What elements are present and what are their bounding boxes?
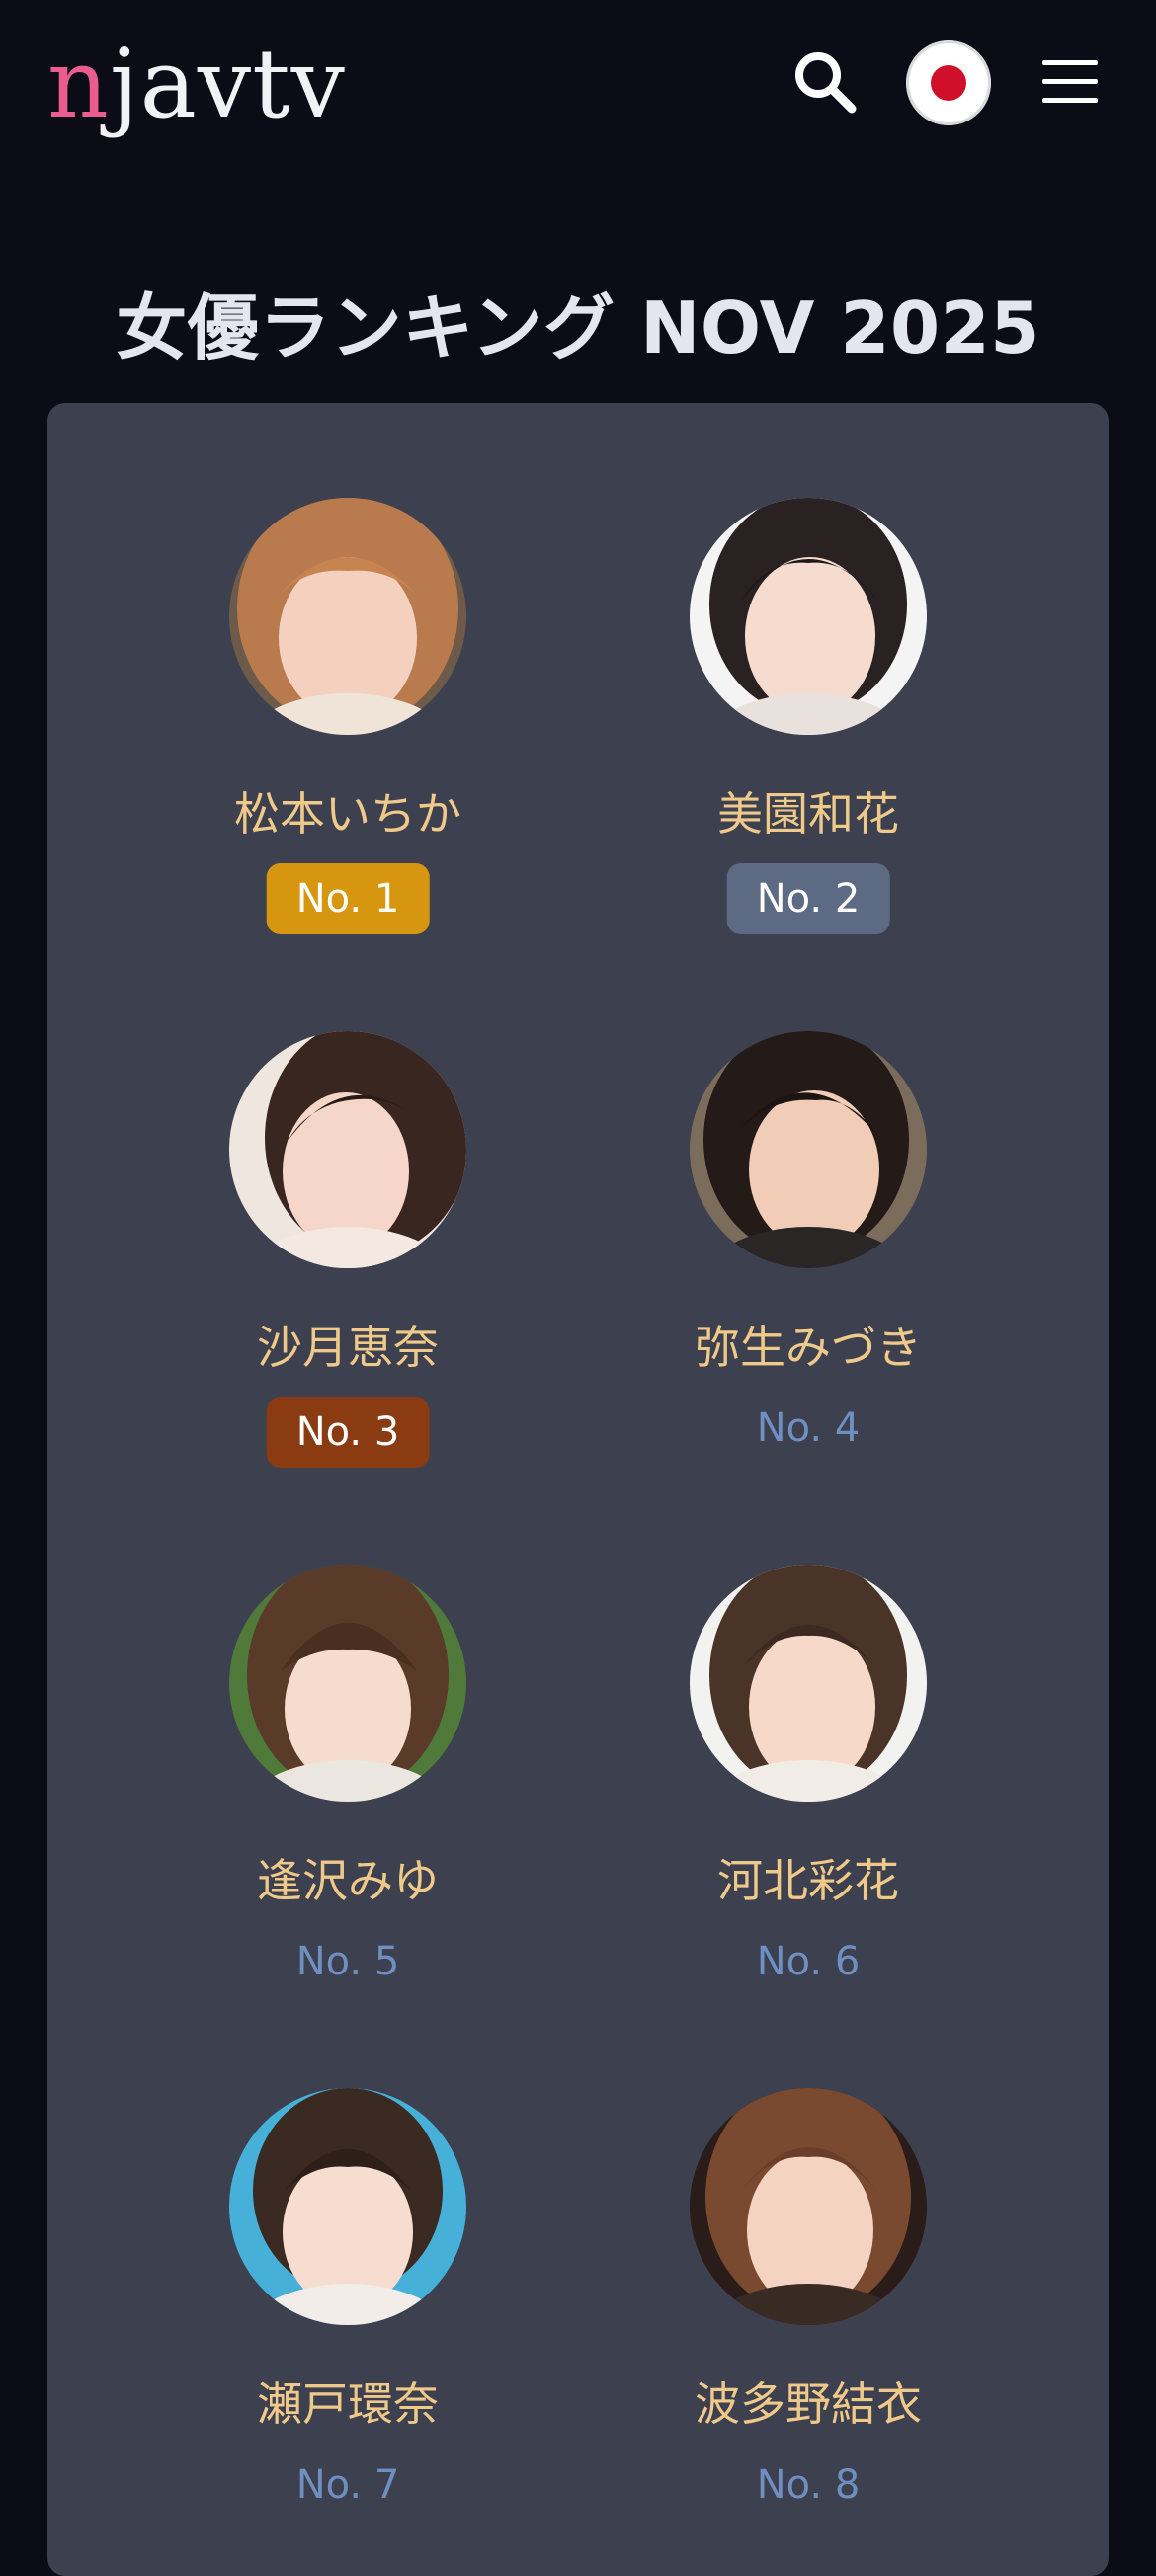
rank-text: No. 7 [295, 2462, 400, 2508]
actress-name[interactable]: 美園和花 [601, 784, 1016, 844]
ranking-panel: 松本いちか No. 1 美園和花 No. 2 沙月恵奈 No. 3 弥生みづき … [47, 403, 1109, 2576]
actress-name[interactable]: 瀬戸環奈 [140, 2375, 555, 2434]
logo-text: javtv [109, 29, 346, 139]
avatar[interactable] [229, 2088, 466, 2325]
japan-flag-icon [931, 65, 966, 101]
actress-card-3[interactable]: 沙月恵奈 No. 3 [140, 1031, 555, 1486]
actress-card-2[interactable]: 美園和花 No. 2 [601, 498, 1016, 952]
avatar[interactable] [229, 1031, 466, 1268]
actress-card-6[interactable]: 河北彩花 No. 6 [601, 1565, 1016, 2019]
search-button[interactable] [790, 47, 860, 117]
hamburger-menu-icon [1042, 60, 1098, 103]
language-button[interactable] [906, 40, 991, 125]
actress-card-5[interactable]: 逢沢みゆ No. 5 [140, 1565, 555, 2019]
top-header: njavtv [0, 0, 1156, 168]
actress-card-1[interactable]: 松本いちか No. 1 [140, 498, 555, 952]
actress-name[interactable]: 波多野結衣 [601, 2375, 1016, 2434]
actress-name[interactable]: 弥生みづき [601, 1318, 1016, 1377]
avatar[interactable] [229, 498, 466, 735]
actress-name[interactable]: 沙月恵奈 [140, 1318, 555, 1377]
actress-card-4[interactable]: 弥生みづき No. 4 [601, 1031, 1016, 1486]
actress-name[interactable]: 逢沢みゆ [140, 1851, 555, 1910]
rank-badge: No. 1 [266, 863, 430, 934]
avatar[interactable] [690, 2088, 927, 2325]
rank-text: No. 5 [295, 1939, 400, 1984]
search-icon [795, 52, 857, 114]
avatar[interactable] [690, 498, 927, 735]
rank-badge: No. 3 [266, 1397, 430, 1468]
rank-text: No. 8 [756, 2462, 861, 2508]
rank-text: No. 6 [756, 1939, 861, 1984]
avatar[interactable] [229, 1565, 466, 1802]
actress-name[interactable]: 松本いちか [140, 784, 555, 844]
menu-button[interactable] [1039, 57, 1101, 107]
avatar[interactable] [690, 1565, 927, 1802]
actress-name[interactable]: 河北彩花 [601, 1851, 1016, 1910]
logo-letter-n: n [47, 29, 110, 139]
actress-card-7[interactable]: 瀬戸環奈 No. 7 [140, 2088, 555, 2542]
rank-badge: No. 2 [726, 863, 890, 934]
site-logo[interactable]: njavtv [47, 30, 346, 138]
avatar[interactable] [690, 1031, 927, 1268]
actress-card-8[interactable]: 波多野結衣 No. 8 [601, 2088, 1016, 2542]
rank-text: No. 4 [756, 1406, 861, 1451]
page-title: 女優ランキング NOV 2025 [116, 286, 1040, 370]
